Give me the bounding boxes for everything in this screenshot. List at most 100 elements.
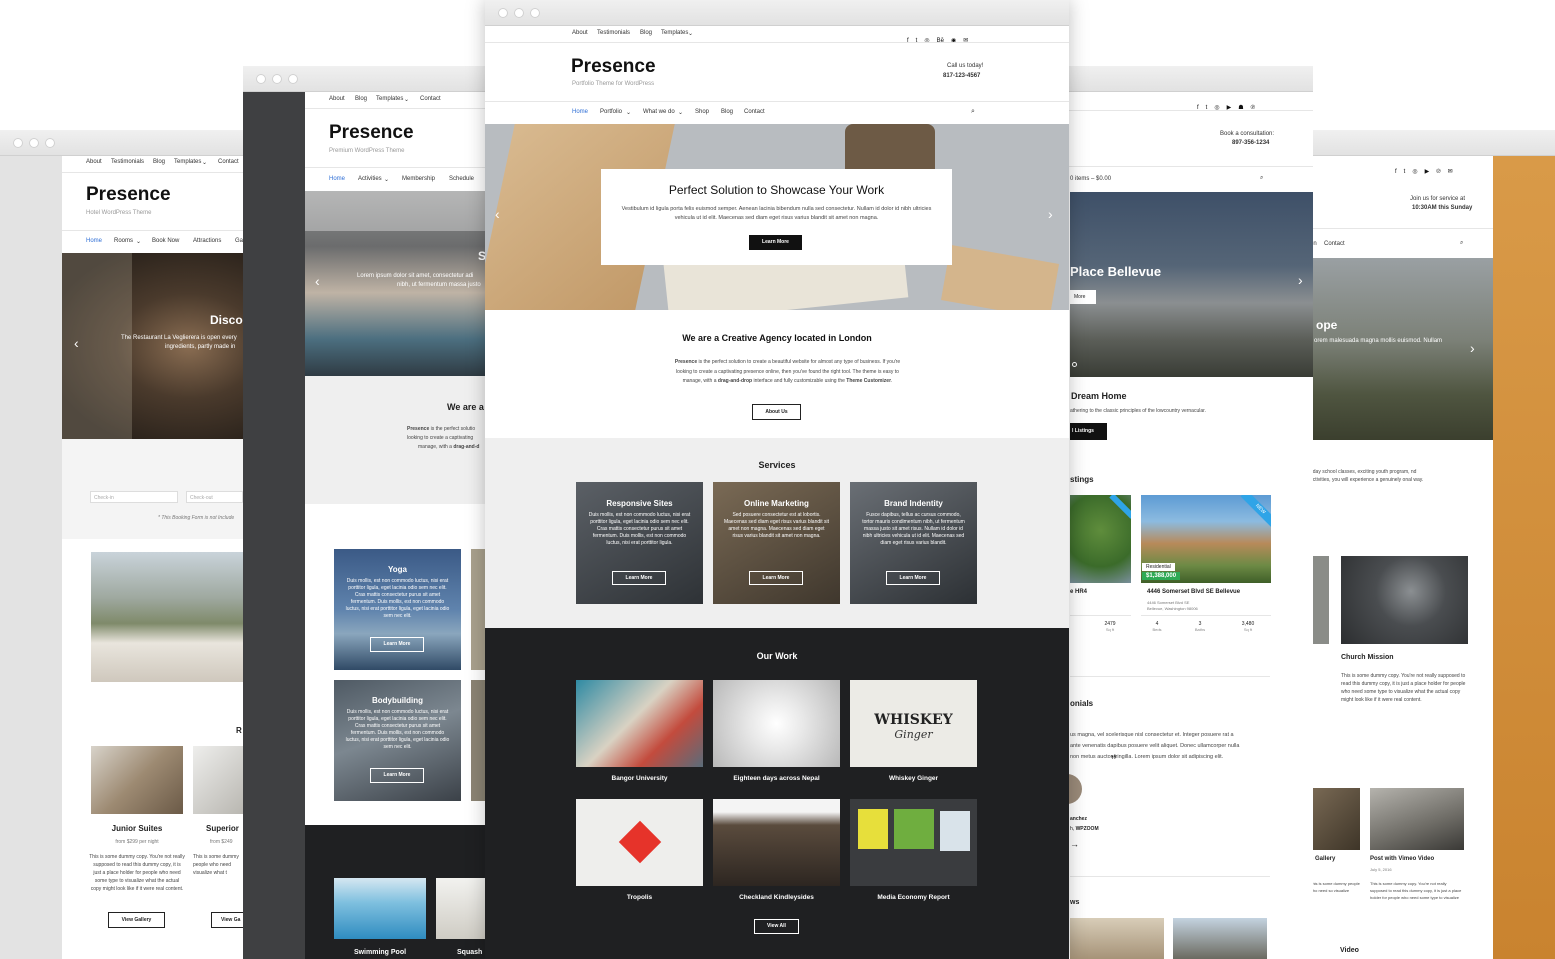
service-card-marketing[interactable]: Online Marketing Sed posuere consectetur… <box>713 482 840 604</box>
slider-prev-icon[interactable]: ‹ <box>74 335 79 351</box>
phone-number[interactable]: 817-123-4567 <box>943 73 980 79</box>
menu-attractions[interactable]: Attractions <box>193 238 221 244</box>
top-nav-contact[interactable]: Contact <box>420 96 441 102</box>
top-nav-testimonials[interactable]: Testimonials <box>111 159 144 165</box>
hero-title: Place Bellevue <box>1070 264 1162 279</box>
cart[interactable]: 0 items – $0.00 <box>1070 176 1111 182</box>
checkout-field[interactable]: Check-out <box>186 491 243 503</box>
slider-prev-icon[interactable]: ‹ <box>495 206 500 222</box>
work-title[interactable]: Eighteen days across Nepal <box>713 775 840 782</box>
listing-name[interactable]: 4446 Somerset Blvd SE Bellevue <box>1147 589 1240 595</box>
menu-home[interactable]: Home <box>86 238 102 244</box>
site-logo[interactable]: Presence <box>571 56 656 78</box>
view-gallery-button-2[interactable]: View Ga <box>211 912 243 928</box>
pinterest-icon[interactable]: ℗ <box>1436 169 1440 175</box>
site-logo[interactable]: Presence <box>86 184 171 206</box>
chevron-down-icon[interactable]: ⌄ <box>688 30 693 37</box>
top-nav-about[interactable]: About <box>86 159 102 165</box>
chevron-down-icon[interactable]: ⌄ <box>626 109 631 116</box>
search-icon[interactable]: ⌕ <box>971 108 975 116</box>
behance-icon[interactable]: Bē <box>937 38 944 44</box>
menu-home[interactable]: Home <box>329 176 345 182</box>
chevron-down-icon[interactable]: ⌄ <box>678 109 683 116</box>
learn-more-button[interactable]: Learn More <box>370 637 424 652</box>
menu-contact[interactable]: Contact <box>1324 241 1345 247</box>
video-post-image <box>1370 788 1464 850</box>
facebook-icon[interactable]: f <box>907 38 909 44</box>
search-icon[interactable]: ⌕ <box>1460 240 1463 247</box>
twitter-icon[interactable]: t <box>916 38 918 44</box>
view-gallery-button[interactable]: View Gallery <box>108 912 165 928</box>
hero-button[interactable]: More <box>1070 290 1096 304</box>
learn-more-button[interactable]: Learn More <box>612 571 666 585</box>
menu-rooms[interactable]: Rooms <box>114 238 133 244</box>
top-nav-templates[interactable]: Templates <box>174 159 201 165</box>
mail-icon[interactable]: ✉ <box>1448 168 1453 175</box>
menu-schedule[interactable]: Schedule <box>449 176 474 182</box>
learn-more-button[interactable]: Learn More <box>749 571 803 585</box>
menu-activities[interactable]: Activities <box>358 176 382 182</box>
chevron-down-icon[interactable]: ⌄ <box>404 96 409 103</box>
hero-image: S Lorem ipsum dolor sit amet, consectetu… <box>305 191 485 376</box>
work-image-nepal[interactable] <box>713 680 840 767</box>
bodybuilding-card[interactable]: Bodybuilding Duis mollis, est non commod… <box>334 680 461 801</box>
site-logo[interactable]: Presence <box>329 122 414 144</box>
menu-what-we-do[interactable]: What we do <box>643 109 675 115</box>
top-nav-templates[interactable]: Templates <box>376 96 403 102</box>
arrow-right-icon[interactable]: → <box>1070 839 1079 849</box>
slider-prev-icon[interactable]: ‹ <box>315 273 320 289</box>
top-nav-templates[interactable]: Templates <box>661 30 688 36</box>
top-nav-blog[interactable]: Blog <box>640 30 652 36</box>
instagram-icon[interactable]: ◎ <box>1412 168 1417 175</box>
top-nav-about[interactable]: About <box>572 30 588 36</box>
search-icon[interactable]: ⌕ <box>1260 175 1263 182</box>
menu-portfolio[interactable]: Portfolio <box>600 109 622 115</box>
view-all-button[interactable]: View All <box>754 919 799 934</box>
top-nav-testimonials[interactable]: Testimonials <box>597 30 630 36</box>
listings-button[interactable]: l Listings <box>1070 423 1107 440</box>
menu-blog[interactable]: Blog <box>721 109 733 115</box>
work-title[interactable]: Media Economy Report <box>850 894 977 901</box>
work-image-whiskey[interactable]: WHISKEY Ginger <box>850 680 977 767</box>
slider-next-icon[interactable]: › <box>1298 272 1303 288</box>
checkin-field[interactable]: Check-in <box>90 491 178 503</box>
work-image-bangor[interactable] <box>576 680 703 767</box>
service-card-brand[interactable]: Brand Indentity Fusce dapibus, tellus ac… <box>850 482 977 604</box>
slider-next-icon[interactable]: › <box>1470 340 1475 356</box>
work-title[interactable]: Bangor University <box>576 775 703 782</box>
top-nav-blog[interactable]: Blog <box>153 159 165 165</box>
learn-more-button[interactable]: Learn More <box>370 768 424 783</box>
service-card-responsive[interactable]: Responsive Sites Duis mollis, est non co… <box>576 482 703 604</box>
youtube-icon[interactable]: ▶ <box>1425 168 1430 175</box>
menu-membership[interactable]: Membership <box>402 176 435 182</box>
top-nav-blog[interactable]: Blog <box>355 96 367 102</box>
work-image-tropolis[interactable] <box>576 799 703 886</box>
work-image-media[interactable] <box>850 799 977 886</box>
hero-learn-more-button[interactable]: Learn More <box>749 235 802 250</box>
testimonial-name: anchez <box>1070 816 1087 822</box>
facebook-icon[interactable]: f <box>1395 169 1397 175</box>
slider-next-icon[interactable]: › <box>1048 206 1053 222</box>
chevron-down-icon[interactable]: ⌄ <box>384 176 389 183</box>
yoga-card[interactable]: Yoga Duis mollis, est non commodo luctus… <box>334 549 461 670</box>
top-nav-contact[interactable]: Contact <box>218 159 239 165</box>
work-title[interactable]: Checkland Kindleysides <box>713 894 840 901</box>
work-title[interactable]: Tropolis <box>576 894 703 901</box>
menu-home[interactable]: Home <box>572 109 588 115</box>
site-tagline: Premium WordPress Theme <box>329 148 405 154</box>
learn-more-button[interactable]: Learn More <box>886 571 940 585</box>
twitter-icon[interactable]: t <box>1404 169 1406 175</box>
slider-dot[interactable] <box>1072 362 1077 367</box>
chevron-down-icon[interactable]: ⌄ <box>202 159 207 166</box>
menu-contact[interactable]: Contact <box>744 109 765 115</box>
mission-text: This is some dummy copy. You're not real… <box>1341 673 1466 703</box>
menu-ga[interactable]: Ga <box>235 238 243 244</box>
about-us-button[interactable]: About Us <box>752 404 801 420</box>
work-title[interactable]: Whiskey Ginger <box>850 775 977 782</box>
menu-shop[interactable]: Shop <box>695 109 709 115</box>
beds: 4 Beds <box>1152 621 1162 632</box>
work-image-checkland[interactable] <box>713 799 840 886</box>
chevron-down-icon[interactable]: ⌄ <box>136 238 141 245</box>
top-nav-about[interactable]: About <box>329 96 345 102</box>
menu-book-now[interactable]: Book Now <box>152 238 179 244</box>
